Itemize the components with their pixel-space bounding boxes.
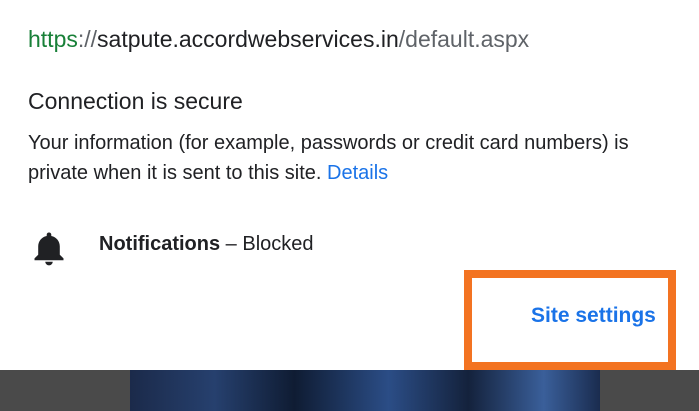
bell-icon (32, 230, 66, 266)
background-page (0, 370, 699, 411)
connection-description: Your information (for example, passwords… (28, 128, 678, 188)
site-url: https://satpute.accordwebservices.in/def… (28, 24, 529, 54)
background-banner-image (130, 370, 600, 411)
url-separator: :// (77, 26, 98, 52)
permission-status: Blocked (242, 233, 314, 255)
permission-text: Notifications – Blocked (99, 231, 314, 257)
connection-title: Connection is secure (28, 88, 243, 114)
page-info-panel: https://satpute.accordwebservices.in/def… (0, 0, 699, 370)
permission-name: Notifications (99, 233, 221, 255)
permission-row-notifications[interactable]: Notifications – Blocked (28, 226, 668, 270)
url-path: /default.aspx (398, 26, 530, 52)
details-link[interactable]: Details (327, 162, 388, 184)
site-settings-button[interactable]: Site settings (531, 302, 656, 330)
permission-separator: – (220, 233, 243, 255)
url-scheme: https (28, 26, 78, 52)
url-host: satpute.accordwebservices.in (97, 26, 399, 52)
